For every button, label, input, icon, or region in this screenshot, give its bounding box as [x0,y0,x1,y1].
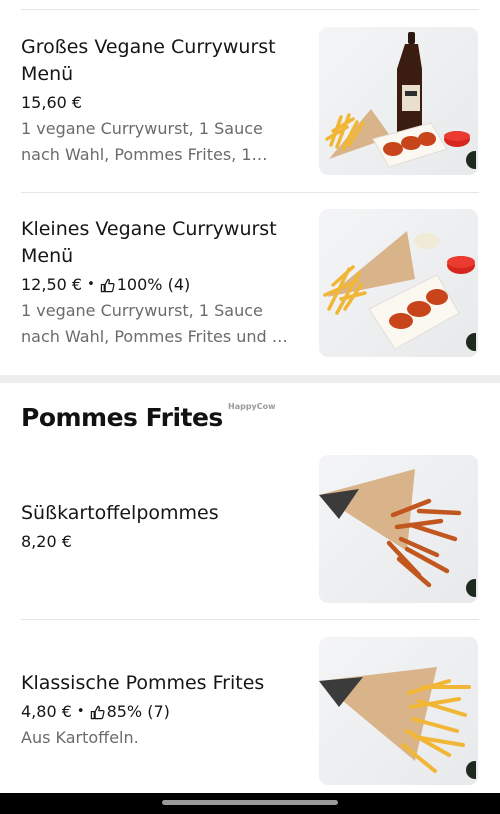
item-rating: 100% (4) [116,275,191,294]
system-navigation-bar [0,793,500,814]
item-price: 8,20 € [21,532,72,551]
section-title: Pommes Frites [21,403,223,432]
menu-item-suesskartoffelpommes[interactable]: Süßkartoffelpommes 8,20 € [0,455,500,605]
item-photo[interactable] [319,637,478,785]
separator-dot: • [76,704,85,719]
item-price: 15,60 € [21,93,83,112]
thumbs-up-icon [100,278,115,292]
item-price: 12,50 € [21,275,83,294]
item-price-row: 15,60 € [21,90,305,116]
item-price: 4,80 € [21,702,72,721]
item-divider [21,619,479,620]
item-rating: 85% (7) [106,702,170,721]
menu-item-klassische-pommes[interactable]: Klassische Pommes Frites 4,80 € • 85% (7… [0,637,500,787]
item-description: Aus Kartoffeln. [21,728,139,747]
item-description-line2: nach Wahl, Pommes Frites und … [21,327,288,346]
item-title: Kleines Vegane Currywurst Menü [21,218,277,267]
top-divider [21,9,479,10]
item-photo[interactable] [319,209,478,357]
separator-dot: • [87,277,95,292]
item-divider [21,192,479,193]
item-description-line1: 1 vegane Currywurst, 1 Sauce [21,119,263,138]
item-title: Großes Vegane Currywurst Menü [21,36,276,85]
section-separator [0,375,500,383]
menu-item-grosses-menu[interactable]: Großes Vegane Currywurst Menü 15,60 € 1 … [0,27,500,177]
home-indicator[interactable] [162,800,338,805]
item-description-line2: nach Wahl, Pommes Frites, 1… [21,145,268,164]
thumbs-up-icon [90,705,105,719]
item-description-line1: 1 vegane Currywurst, 1 Sauce [21,301,263,320]
watermark: HappyCow [228,402,276,411]
item-price-row: 8,20 € [21,529,305,555]
item-title: Klassische Pommes Frites [21,672,265,694]
item-price-row: 12,50 € • 100% (4) [21,272,305,298]
item-photo[interactable] [319,455,478,603]
item-photo[interactable] [319,27,478,175]
item-title: Süßkartoffelpommes [21,502,219,524]
item-price-row: 4,80 € • 85% (7) [21,699,305,725]
menu-item-kleines-menu[interactable]: Kleines Vegane Currywurst Menü 12,50 € •… [0,209,500,359]
